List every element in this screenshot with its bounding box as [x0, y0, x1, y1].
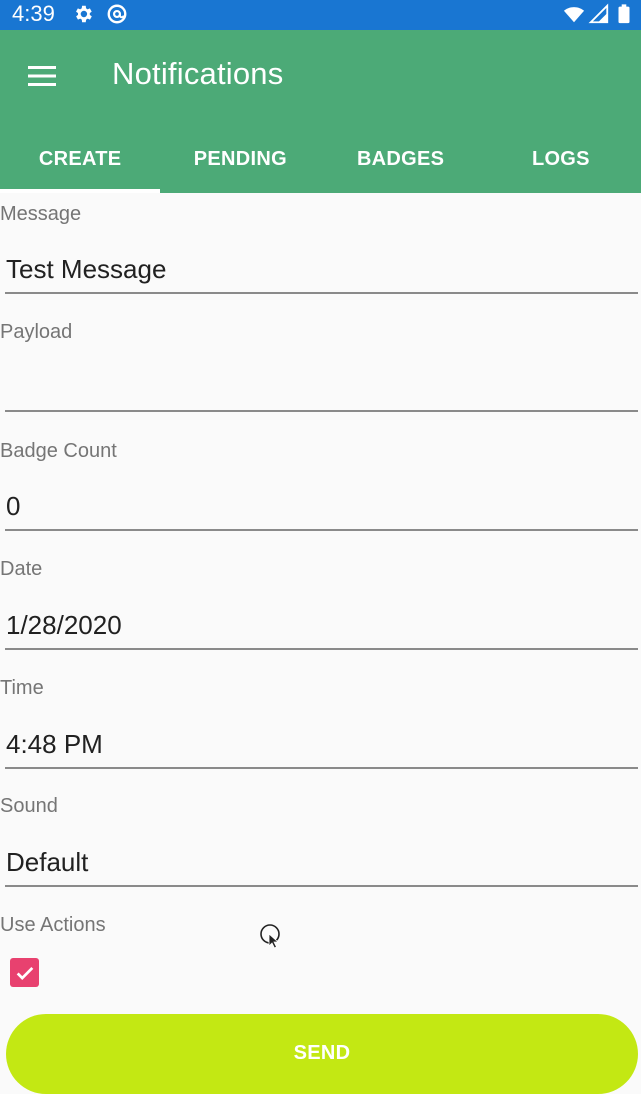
battery-icon: [612, 2, 636, 26]
status-time: 4:39: [12, 1, 55, 26]
use-actions-checkbox[interactable]: [10, 958, 39, 987]
tab-pending[interactable]: PENDING: [160, 130, 320, 193]
tab-create-label: CREATE: [38, 148, 122, 170]
checkmark-icon: [16, 966, 33, 980]
tab-selected-indicator: [0, 189, 161, 193]
status-bar: 4:39: [0, 0, 641, 30]
tab-pending-label: PENDING: [193, 148, 287, 170]
message-label: Message: [0, 203, 82, 225]
tab-badges[interactable]: BADGES: [321, 130, 481, 193]
tab-logs-label: LOGS: [531, 148, 590, 170]
menu-button[interactable]: [20, 56, 64, 96]
menu-icon: [28, 66, 56, 86]
gear-icon: [71, 2, 95, 26]
app-bar: Notifications CREATE PENDING BADGES LOGS: [0, 30, 641, 193]
tab-bar: CREATE PENDING BADGES LOGS: [0, 130, 641, 193]
message-field[interactable]: [5, 250, 638, 294]
payload-field[interactable]: [5, 368, 638, 412]
send-button[interactable]: SEND: [6, 1014, 638, 1094]
send-button-label: SEND: [293, 1042, 351, 1064]
pointer-cursor-icon: [260, 924, 280, 949]
tab-logs[interactable]: LOGS: [481, 130, 641, 193]
sound-label: Sound: [0, 795, 58, 817]
badge-count-field[interactable]: [5, 487, 638, 531]
date-field[interactable]: [5, 606, 638, 650]
at-sign-icon: [105, 2, 129, 26]
tab-badges-label: BADGES: [356, 148, 445, 170]
use-actions-label: Use Actions: [0, 914, 106, 936]
wifi-icon: [562, 2, 586, 26]
badge-count-label: Badge Count: [0, 440, 117, 462]
time-label: Time: [0, 677, 44, 699]
page-title: Notifications: [112, 56, 284, 91]
payload-label: Payload: [0, 321, 73, 343]
signal-icon: [587, 2, 611, 26]
date-label: Date: [0, 558, 43, 580]
time-field[interactable]: [5, 725, 638, 769]
sound-field[interactable]: [5, 843, 638, 887]
tab-create[interactable]: CREATE: [0, 130, 161, 193]
